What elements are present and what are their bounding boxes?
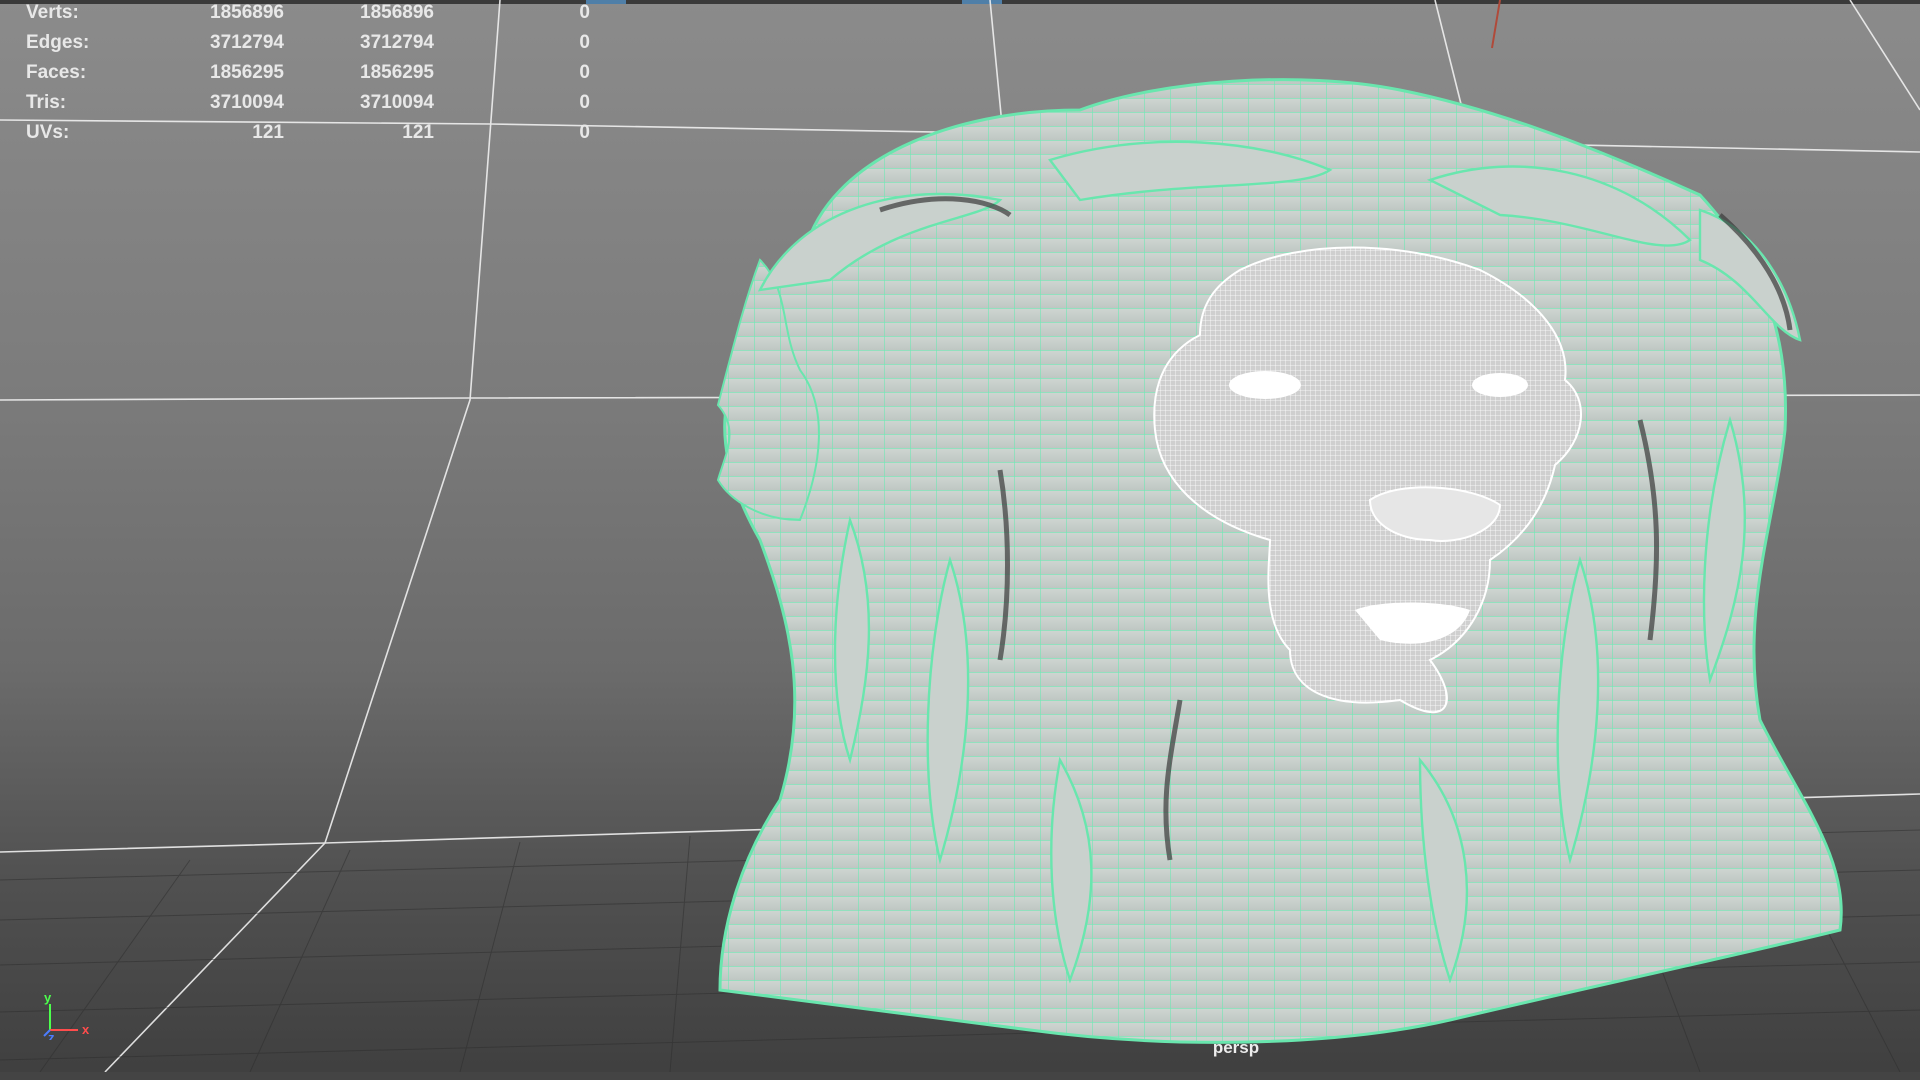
axis-x-label: x [82, 1022, 90, 1037]
hud-row: Faces: 1856295 1856295 0 [0, 62, 600, 86]
hud-total-value: 121 [252, 122, 284, 143]
poly-count-hud: Verts: 1856896 1856896 0 Edges: 3712794 371279… [0, 0, 600, 150]
hud-label: Tris: [26, 92, 67, 113]
hud-total-value: 1856295 [210, 62, 284, 83]
hud-total-value: 3710094 [210, 92, 284, 113]
axis-y-label: y [44, 990, 52, 1005]
hud-selected-value: 121 [402, 122, 434, 143]
hud-row: Tris: 3710094 3710094 0 [0, 92, 600, 116]
axis-line [1491, 0, 1501, 49]
hud-component-value: 0 [579, 122, 590, 143]
hud-label: Verts: [26, 2, 79, 23]
viewport-persp[interactable]: Verts: 1856896 1856896 0 Edges: 3712794 371279… [0, 0, 1920, 1080]
hud-selected-value: 1856295 [360, 62, 434, 83]
hud-row: UVs: 121 121 0 [0, 122, 600, 146]
hud-total-value: 1856896 [210, 2, 284, 23]
hud-total-value: 3712794 [210, 32, 284, 53]
right-eye [1472, 373, 1528, 397]
hud-component-value: 0 [579, 32, 590, 53]
axis-z-label: z [48, 1030, 55, 1040]
scene-canvas[interactable] [0, 0, 1920, 1080]
lion-bust-mesh-icon[interactable] [716, 78, 1843, 1044]
hud-label: UVs: [26, 122, 70, 143]
hud-component-value: 0 [579, 2, 590, 23]
axis-gizmo-icon: y z x [43, 990, 90, 1040]
hud-component-value: 0 [579, 62, 590, 83]
left-eye [1229, 371, 1301, 399]
hud-row: Verts: 1856896 1856896 0 [0, 2, 600, 26]
hud-label: Faces: [26, 62, 87, 83]
hud-selected-value: 1856896 [360, 2, 434, 23]
camera-name-label: persp [1212, 1038, 1260, 1057]
viewport-bottom-border [0, 1072, 1920, 1080]
hud-selected-value: 3710094 [360, 92, 434, 113]
hud-row: Edges: 3712794 3712794 0 [0, 32, 600, 56]
hud-selected-value: 3712794 [360, 32, 434, 53]
hud-component-value: 0 [579, 92, 590, 113]
hud-label: Edges: [26, 32, 90, 53]
